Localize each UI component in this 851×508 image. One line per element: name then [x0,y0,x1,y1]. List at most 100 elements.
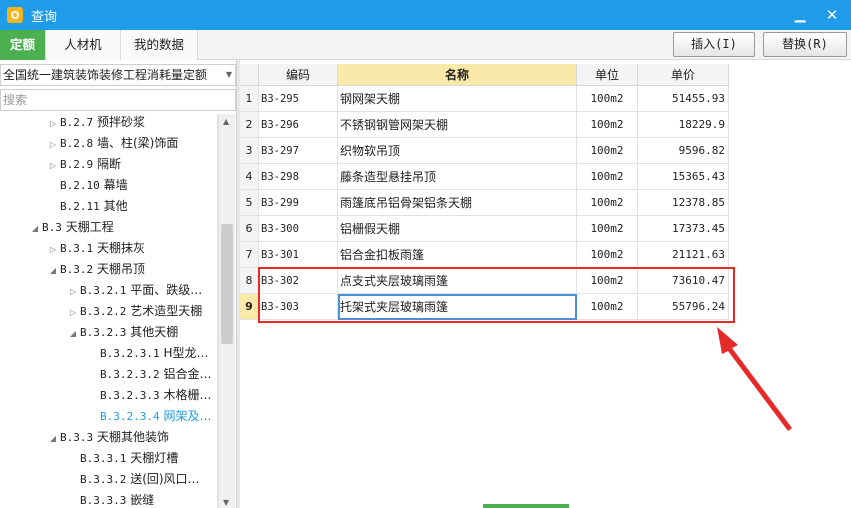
grid-cell-price[interactable]: 21121.63 [638,242,729,268]
grid-cell-unit[interactable]: 100m2 [577,86,638,112]
grid-cell-unit[interactable]: 100m2 [577,242,638,268]
expand-arrow-icon[interactable]: ▷ [46,155,60,176]
tree-node[interactable]: B.3.3.1 天棚灯槽 [66,448,178,469]
grid-cell-unit[interactable]: 100m2 [577,190,638,216]
search-input[interactable] [1,90,235,110]
tree-node[interactable]: ◢ B.3.3 天棚其他装饰 [46,427,169,448]
tab-my-data[interactable]: 我的数据 [121,30,198,60]
grid-cell-unit[interactable]: 100m2 [577,164,638,190]
row-number[interactable]: 7 [240,242,259,268]
row-number[interactable]: 2 [240,112,259,138]
tree-node-code: B.3.3 [60,431,94,444]
library-select-value: 全国统一建筑装饰装修工程消耗量定额 [3,68,208,82]
search-box[interactable] [0,89,236,111]
grid-cell-name[interactable]: 藤条造型悬挂吊顶 [338,164,577,190]
grid-cell-name[interactable]: 雨篷底吊铝骨架铝条天棚 [338,190,577,216]
grid-cell-code[interactable]: B3-300 [259,216,338,242]
row-number[interactable]: 9 [240,294,259,320]
tab-bar: 定额 人材机 我的数据 插入(I) 替换(R) [0,30,851,60]
expand-arrow-icon[interactable]: ▷ [66,302,80,323]
grid-cell-name[interactable]: 不锈钢钢管网架天棚 [338,112,577,138]
grid-cell-code[interactable]: B3-301 [259,242,338,268]
tree-node-label: 艺术造型天棚 [130,304,203,318]
tree-node-code: B.3.2 [60,263,94,276]
tree-node-code: B.2.7 [60,116,94,129]
tree-node[interactable]: ▷ B.3.2.1 平面、跌级… [66,280,202,301]
row-number[interactable]: 4 [240,164,259,190]
tree-node[interactable]: ▷ B.3.1 天棚抹灰 [46,238,145,259]
grid-cell-price[interactable]: 51455.93 [638,86,729,112]
chevron-down-icon[interactable]: ▼ [226,65,232,85]
resize-handle[interactable] [483,504,569,508]
grid-header-unit[interactable]: 单位 [577,64,638,86]
tree-node[interactable]: ▷ B.2.9 隔断 [46,154,121,175]
tree-node-code: B.3.2.1 [80,284,127,297]
expand-arrow-icon[interactable]: ▷ [66,281,80,302]
grid-cell-code[interactable]: B3-298 [259,164,338,190]
tree-node[interactable]: ◢ B.3.2.3 其他天棚 [66,322,178,343]
tree-node-code: B.3 [42,221,62,234]
grid-header-code[interactable]: 编码 [259,64,338,86]
tab-quota[interactable]: 定额 [0,30,46,60]
grid-header-name[interactable]: 名称 [338,64,577,86]
replace-button[interactable]: 替换(R) [763,32,847,57]
grid-cell-price[interactable]: 15365.43 [638,164,729,190]
grid-cell-code[interactable]: B3-295 [259,86,338,112]
tree-node[interactable]: ◢ B.3.2 天棚吊顶 [46,259,145,280]
grid-corner[interactable] [240,64,259,86]
expanded-arrow-icon[interactable]: ◢ [46,260,60,281]
tree-node-code: B.3.2.3.3 [100,389,160,402]
tab-labor-material-machine[interactable]: 人材机 [46,30,121,60]
tree-node-code: B.3.2.3.1 [100,347,160,360]
library-select[interactable]: 全国统一建筑装饰装修工程消耗量定额 ▼ [0,64,236,86]
tree-node[interactable]: B.3.3.2 送(回)风口… [66,469,200,490]
tree-node[interactable]: B.3.2.3.4 网架及… [86,406,211,427]
row-number[interactable]: 6 [240,216,259,242]
minimize-icon[interactable]: ▁ [790,5,810,25]
row-number[interactable]: 3 [240,138,259,164]
grid-header-price[interactable]: 单价 [638,64,729,86]
tree-node[interactable]: B.2.11 其他 [46,196,128,217]
grid-cell-unit[interactable]: 100m2 [577,112,638,138]
grid-cell-name[interactable]: 织物软吊顶 [338,138,577,164]
grid-cell-code[interactable]: B3-297 [259,138,338,164]
grid-cell-unit[interactable]: 100m2 [577,216,638,242]
expanded-arrow-icon[interactable]: ◢ [66,323,80,344]
tree-node[interactable]: ◢ B.3 天棚工程 [28,217,114,238]
tree-node[interactable]: ▷ B.3.2.2 艺术造型天棚 [66,301,202,322]
expanded-arrow-icon[interactable]: ◢ [46,428,60,449]
tree-node[interactable]: B.3.2.3.2 铝合金… [86,364,211,385]
tree-scrollbar[interactable]: ▲ ▼ [218,114,235,508]
grid-cell-name[interactable]: 钢网架天棚 [338,86,577,112]
grid-cell-price[interactable]: 9596.82 [638,138,729,164]
scroll-down-icon[interactable]: ▼ [223,498,229,507]
tree-node[interactable]: B.3.2.3.1 H型龙… [86,343,208,364]
expand-arrow-icon[interactable]: ▷ [46,114,60,134]
row-number[interactable]: 5 [240,190,259,216]
grid-cell-code[interactable]: B3-296 [259,112,338,138]
grid-cell-price[interactable]: 18229.9 [638,112,729,138]
expand-arrow-icon[interactable]: ▷ [46,134,60,155]
tree-node-code: B.3.2.3 [80,326,127,339]
scroll-up-icon[interactable]: ▲ [223,117,229,126]
grid-cell-price[interactable]: 12378.85 [638,190,729,216]
tree-node[interactable]: B.2.10 幕墙 [46,175,128,196]
tree-node[interactable]: B.3.3.3 嵌缝 [66,490,154,508]
grid-cell-name[interactable]: 铝栅假天棚 [338,216,577,242]
grid-cell-name[interactable]: 铝合金扣板雨篷 [338,242,577,268]
row-number[interactable]: 1 [240,86,259,112]
row-number[interactable]: 8 [240,268,259,294]
tree-node[interactable]: ▷ B.2.8 墙、柱(梁)饰面 [46,133,178,154]
tree-node[interactable]: B.3.2.3.3 木格栅… [86,385,211,406]
tree-node-label: 平面、跌级… [130,283,203,297]
grid-cell-code[interactable]: B3-299 [259,190,338,216]
expanded-arrow-icon[interactable]: ◢ [28,218,42,239]
scrollbar-thumb[interactable] [221,224,233,344]
close-icon[interactable]: ✕ [822,5,842,25]
expand-arrow-icon[interactable]: ▷ [46,239,60,260]
grid-cell-unit[interactable]: 100m2 [577,138,638,164]
insert-button[interactable]: 插入(I) [673,32,755,57]
tree-node-label: 预拌砂浆 [96,115,145,129]
tree-node[interactable]: ▷ B.2.7 预拌砂浆 [46,114,145,133]
grid-cell-price[interactable]: 17373.45 [638,216,729,242]
